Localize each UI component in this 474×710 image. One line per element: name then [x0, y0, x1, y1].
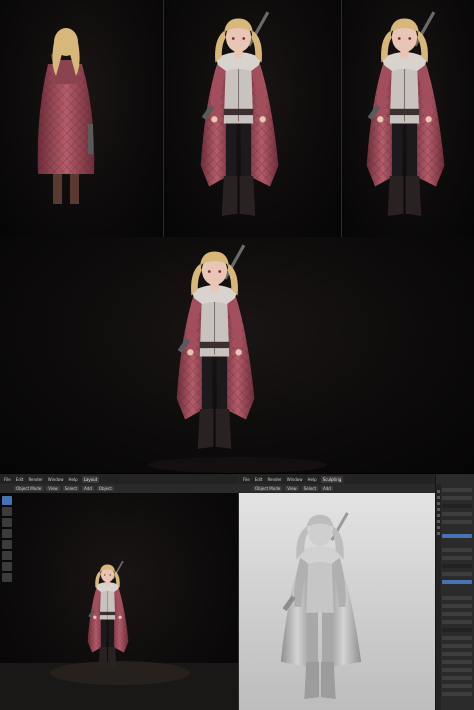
menu-help[interactable]: Help	[67, 477, 78, 482]
transform-icon[interactable]	[2, 551, 12, 560]
property-field[interactable]	[442, 612, 472, 616]
toolbar	[2, 496, 12, 582]
menu-window[interactable]: Window	[47, 477, 65, 482]
mode-selector[interactable]: Object Mode	[14, 486, 44, 491]
tool-tab-icon[interactable]	[437, 490, 440, 493]
menu-file[interactable]: File	[3, 477, 12, 482]
character-three-quarter-figure	[365, 10, 446, 218]
property-field[interactable]	[442, 572, 472, 576]
property-field[interactable]	[442, 644, 472, 648]
select-menu[interactable]: Select	[301, 486, 319, 491]
property-field[interactable]	[442, 604, 472, 608]
material-tab-icon[interactable]	[437, 532, 440, 535]
move-icon[interactable]	[2, 518, 12, 527]
property-field-selected[interactable]	[442, 534, 472, 538]
3d-viewport-clay[interactable]	[239, 493, 436, 710]
render-tab-icon[interactable]	[437, 496, 440, 499]
output-tab-icon[interactable]	[437, 502, 440, 505]
modifier-tab-icon[interactable]	[437, 526, 440, 529]
viewport-header: Object Mode View Select Add	[239, 484, 436, 493]
blender-topbar: File Edit Render Window Help Layout	[0, 474, 238, 484]
blender-window-sculpt: File Edit Render Window Help Sculpting O…	[239, 474, 474, 710]
menu-render[interactable]: Render	[266, 477, 282, 482]
add-menu[interactable]: Add	[321, 486, 333, 491]
property-field[interactable]	[442, 692, 472, 696]
render-panel-hero-shot	[0, 237, 474, 473]
property-field[interactable]	[442, 660, 472, 664]
cursor-icon[interactable]	[2, 507, 12, 516]
property-field[interactable]	[442, 556, 472, 560]
property-field-selected[interactable]	[442, 580, 472, 584]
property-field[interactable]	[442, 668, 472, 672]
property-field[interactable]	[442, 652, 472, 656]
select-box-icon[interactable]	[2, 496, 12, 505]
view-menu[interactable]: View	[46, 486, 60, 491]
add-menu[interactable]: Add	[82, 486, 94, 491]
scale-icon[interactable]	[2, 540, 12, 549]
world-tab-icon[interactable]	[437, 514, 440, 517]
property-field[interactable]	[442, 548, 472, 552]
property-field[interactable]	[442, 684, 472, 688]
rotate-icon[interactable]	[2, 529, 12, 538]
menu-window[interactable]: Window	[286, 477, 304, 482]
measure-icon[interactable]	[2, 573, 12, 582]
blender-window-render: File Edit Render Window Help Layout Obje…	[0, 474, 238, 710]
properties-tabs	[436, 484, 441, 710]
object-menu[interactable]: Object	[96, 486, 114, 491]
viewport-header: Object Mode View Select Add Object	[0, 484, 238, 493]
scene-tab-icon[interactable]	[437, 508, 440, 511]
property-field[interactable]	[442, 596, 472, 600]
character-viewport-figure	[0, 560, 238, 710]
character-front-figure	[199, 10, 280, 218]
3d-viewport-render[interactable]	[0, 493, 238, 710]
character-clay-figure	[239, 511, 436, 701]
properties-panel	[435, 474, 474, 710]
menu-edit[interactable]: Edit	[15, 477, 25, 482]
property-field[interactable]	[442, 628, 472, 632]
workspace-tab-layout[interactable]: Layout	[81, 475, 100, 483]
property-field[interactable]	[442, 676, 472, 680]
property-field[interactable]	[442, 620, 472, 624]
select-menu[interactable]: Select	[62, 486, 80, 491]
menu-help[interactable]: Help	[306, 477, 317, 482]
menu-edit[interactable]: Edit	[254, 477, 264, 482]
menu-file[interactable]: File	[242, 477, 251, 482]
property-field[interactable]	[442, 520, 472, 524]
mode-selector[interactable]: Object Mode	[253, 486, 283, 491]
property-field[interactable]	[442, 636, 472, 640]
object-tab-icon[interactable]	[437, 520, 440, 523]
render-panel-back-view	[0, 0, 163, 237]
render-panel-front-view	[164, 0, 341, 237]
property-field[interactable]	[442, 488, 472, 492]
property-field[interactable]	[442, 504, 472, 508]
workspace-tab-sculpting[interactable]: Sculpting	[320, 475, 344, 483]
render-panel-three-quarter-view	[342, 0, 474, 237]
property-field[interactable]	[442, 564, 472, 568]
character-back-figure	[36, 26, 96, 206]
property-field[interactable]	[442, 512, 472, 516]
property-field[interactable]	[442, 496, 472, 500]
menu-render[interactable]: Render	[27, 477, 43, 482]
view-menu[interactable]: View	[285, 486, 299, 491]
annotate-icon[interactable]	[2, 562, 12, 571]
character-hero-figure	[147, 243, 327, 473]
